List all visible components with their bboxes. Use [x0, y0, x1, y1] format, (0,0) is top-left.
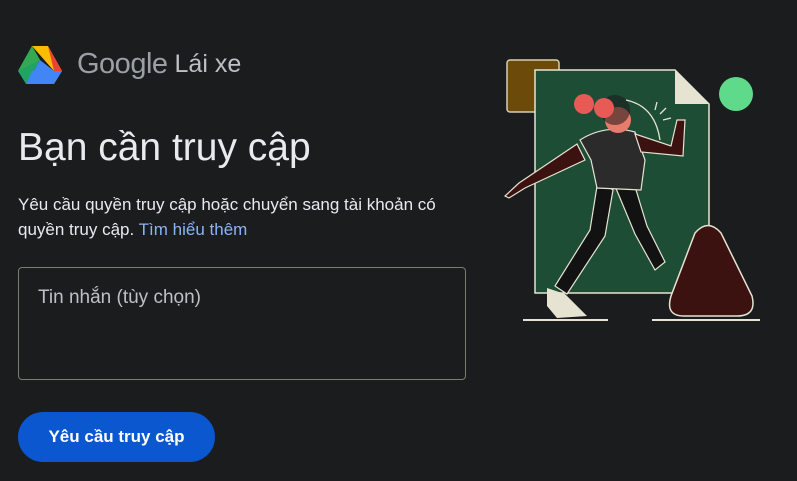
google-drive-icon: [18, 46, 62, 84]
access-illustration: [503, 59, 760, 321]
product-name: Lái xe: [174, 49, 242, 78]
message-field-container: [18, 267, 466, 380]
google-wordmark: Google: [77, 47, 168, 80]
mint-circle-shape: [719, 77, 753, 111]
message-input[interactable]: [19, 268, 465, 379]
learn-more-link[interactable]: Tìm hiểu thêm: [139, 220, 248, 239]
page-description: Yêu cầu quyền truy cập hoặc chuyển sang …: [18, 192, 478, 242]
access-request-page: Google Lái xe Bạn cần truy cập Yêu cầu q…: [0, 0, 797, 481]
brand-header: Google Lái xe: [18, 42, 241, 86]
page-title: Bạn cần truy cập: [18, 126, 311, 169]
request-access-button[interactable]: Yêu cầu truy cập: [18, 412, 215, 462]
